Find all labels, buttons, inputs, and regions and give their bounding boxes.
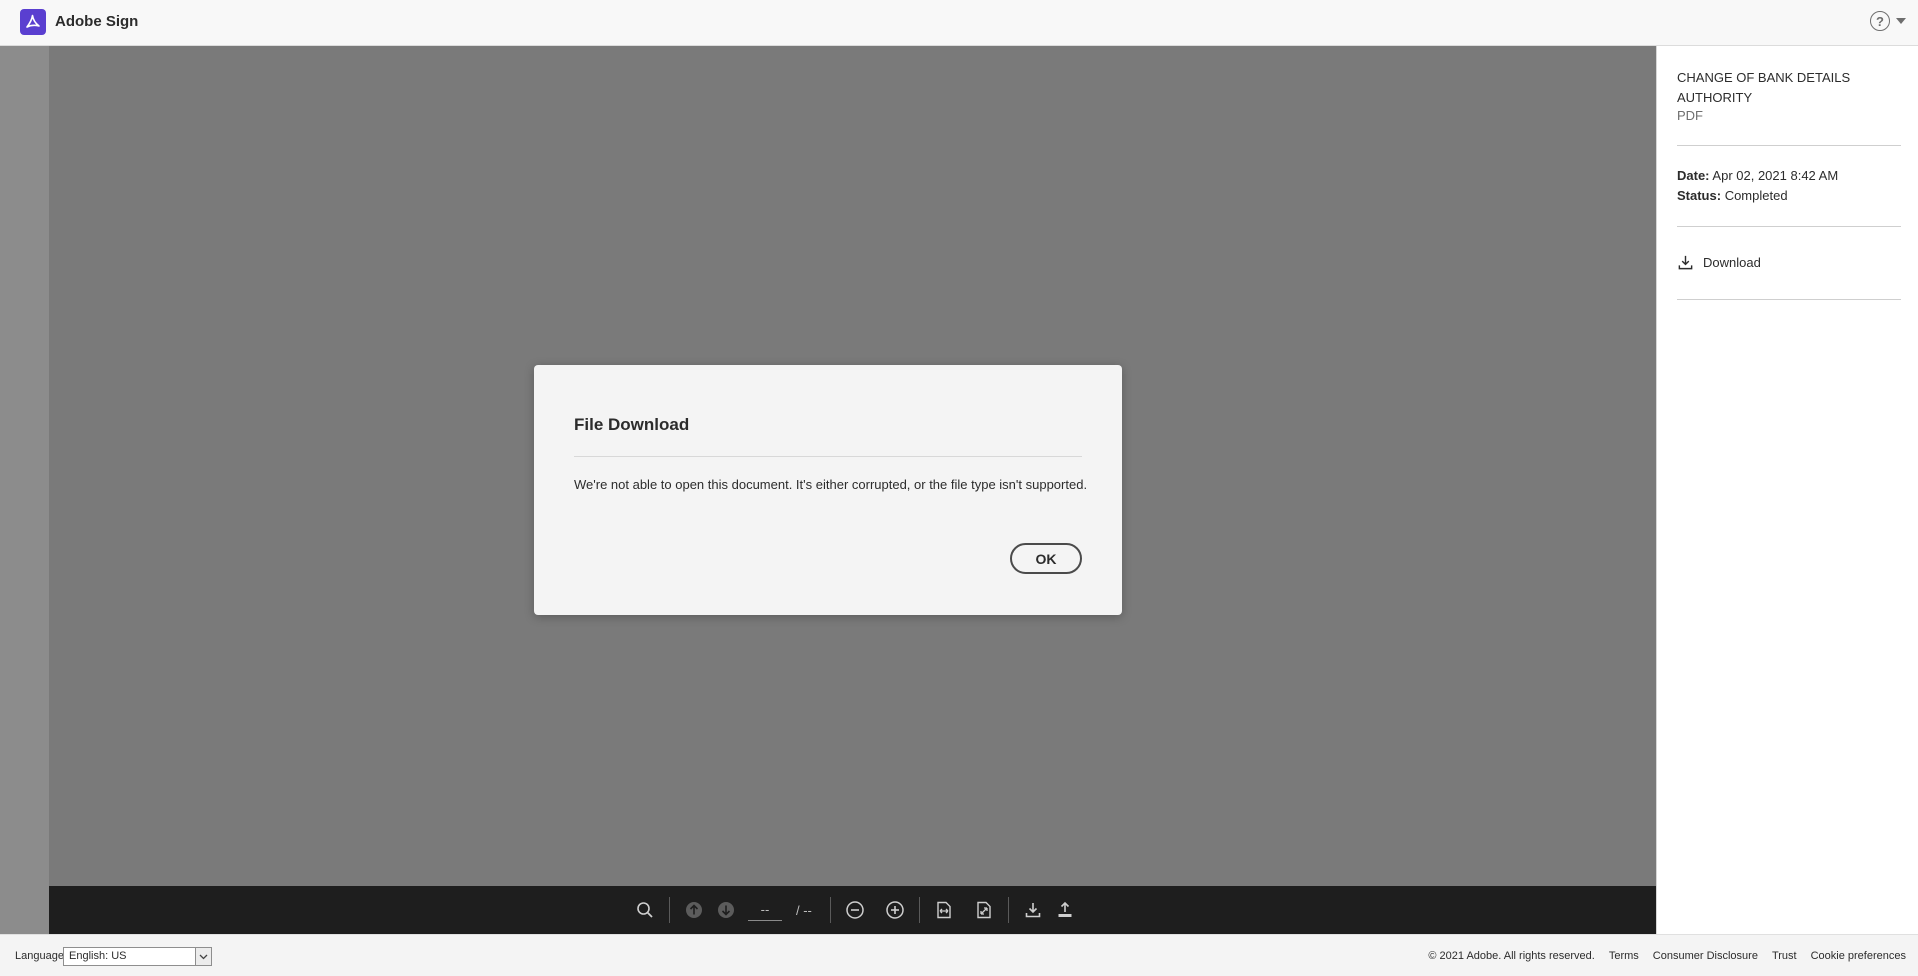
download-label: Download [1703, 255, 1761, 270]
page-number-input[interactable] [748, 899, 782, 921]
page-total-label: / -- [796, 902, 812, 918]
toolbar-separator [1007, 897, 1009, 923]
zoom-out-button[interactable] [839, 894, 871, 926]
document-date: Date: Apr 02, 2021 8:42 AM [1677, 168, 1838, 183]
download-icon [1677, 254, 1694, 271]
dialog-title: File Download [574, 415, 690, 434]
toolbar-download-button[interactable] [1017, 894, 1049, 926]
ok-button[interactable]: OK [1010, 543, 1082, 574]
status-value: Completed [1724, 188, 1788, 203]
trust-link[interactable]: Trust [1772, 950, 1797, 962]
next-page-icon [718, 902, 734, 918]
upload-icon [1058, 901, 1072, 917]
toolbar-upload-button[interactable] [1049, 894, 1081, 926]
adobe-sign-logo-icon [20, 9, 46, 35]
file-download-dialog: File Download We're not able to open thi… [534, 365, 1122, 615]
fit-width-button[interactable] [928, 894, 960, 926]
search-button[interactable] [629, 894, 661, 926]
footer-links: © 2021 Adobe. All rights reserved. Terms… [1428, 950, 1906, 962]
date-label: Date: [1677, 168, 1710, 183]
zoom-in-icon [886, 901, 904, 919]
thumbnail-strip [0, 46, 49, 934]
chevron-down-icon [1896, 18, 1906, 24]
toolbar-separator [918, 897, 920, 923]
chevron-down-icon [195, 948, 211, 965]
app-title: Adobe Sign [55, 13, 139, 30]
date-value: Apr 02, 2021 8:42 AM [1712, 168, 1839, 183]
document-title: CHANGE OF BANK DETAILS AUTHORITY [1677, 70, 1851, 105]
download-icon [1025, 903, 1041, 918]
document-details-panel: CHANGE OF BANK DETAILS AUTHORITY PDF Dat… [1656, 46, 1918, 934]
toolbar-separator [669, 897, 670, 923]
consumer-disclosure-link[interactable]: Consumer Disclosure [1653, 950, 1758, 962]
zoom-in-button[interactable] [879, 894, 911, 926]
status-label: Status: [1677, 188, 1722, 203]
download-button[interactable]: Download [1677, 254, 1761, 271]
language-select[interactable]: English: US [63, 947, 212, 966]
fit-width-icon [937, 901, 951, 919]
help-menu-button[interactable]: ? [1870, 11, 1906, 31]
panel-divider [1677, 299, 1901, 300]
terms-link[interactable]: Terms [1609, 950, 1639, 962]
zoom-out-icon [846, 901, 864, 919]
viewer-toolbar: / -- [49, 886, 1656, 934]
document-status: Status: Completed [1677, 188, 1788, 203]
copyright-text: © 2021 Adobe. All rights reserved. [1428, 950, 1595, 962]
toolbar-separator [829, 897, 831, 923]
fit-page-icon [977, 901, 991, 919]
page-footer: Language English: US © 2021 Adobe. All r… [0, 934, 1918, 976]
help-circle-icon: ? [1870, 11, 1890, 31]
app-header: Adobe Sign ? [0, 0, 1918, 46]
search-icon [637, 902, 653, 918]
fit-page-button[interactable] [968, 894, 1000, 926]
previous-page-button[interactable] [678, 894, 710, 926]
language-selected-value: English: US [69, 950, 127, 962]
dialog-divider [574, 456, 1082, 457]
dialog-message: We're not able to open this document. It… [574, 477, 1088, 492]
document-type: PDF [1677, 108, 1703, 123]
panel-divider [1677, 145, 1901, 146]
cookie-preferences-link[interactable]: Cookie preferences [1811, 950, 1906, 962]
next-page-button[interactable] [710, 894, 742, 926]
language-label: Language [15, 950, 64, 962]
panel-divider [1677, 226, 1901, 227]
previous-page-icon [686, 902, 702, 918]
